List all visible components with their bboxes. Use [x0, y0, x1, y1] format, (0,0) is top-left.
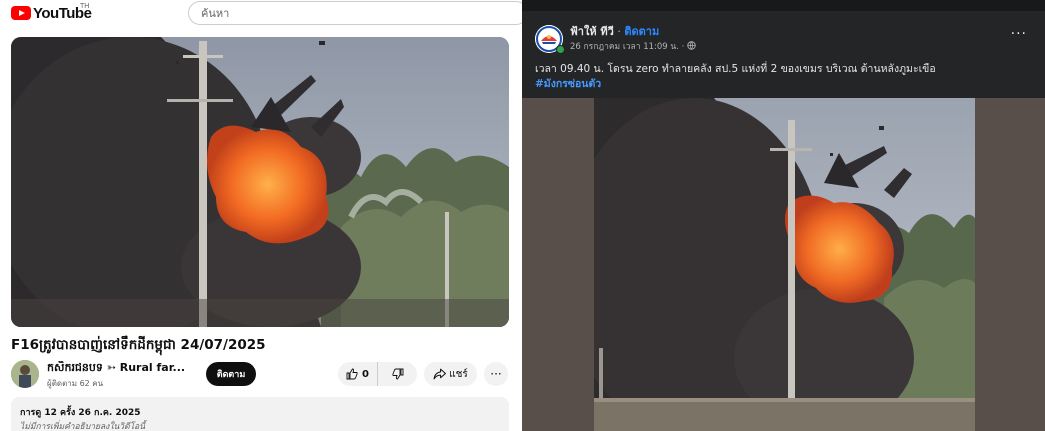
youtube-play-icon [11, 6, 31, 20]
post-timestamp[interactable]: 26 กรกฎาคม เวลา 11:09 น. · [570, 39, 696, 53]
no-description-note: ไม่มีการเพิ่มคำอธิบายลงในวิดีโอนี้ [20, 422, 146, 431]
subscribe-button[interactable]: ติดตาม [206, 362, 256, 386]
subscriber-count: ผู้ติดตาม 62 คน [47, 379, 104, 388]
like-count: 0 [362, 368, 369, 380]
channel-avatar[interactable] [11, 360, 39, 388]
post-options-button[interactable]: ··· [1011, 26, 1027, 42]
channel-name[interactable]: កសិករ​ជនបទ ➳ Rural far... [47, 361, 187, 377]
like-button[interactable]: 0 [338, 362, 378, 386]
avatar-image [11, 360, 39, 388]
timestamp-text: 26 กรกฎาคม เวลา 11:09 น. · [570, 42, 688, 52]
video-frame-explosion [11, 37, 509, 327]
description-box[interactable]: การดู 12 ครั้ง 26 ก.ค. 2025 ไม่มีการเพิ่… [11, 397, 509, 431]
dislike-button[interactable] [378, 362, 417, 386]
view-date-meta: การดู 12 ครั้ง 26 ก.ค. 2025 [20, 408, 141, 418]
video-player[interactable] [11, 37, 509, 327]
follow-link[interactable]: ติดตาม [624, 25, 659, 38]
more-actions-button[interactable]: ··· [484, 362, 508, 386]
post-hashtag[interactable]: #มังกรซ่อนตัว [535, 75, 601, 92]
facebook-top-strip [522, 0, 1045, 11]
post-header-name: ฟ้าให้ ทีวี · ติดตาม [570, 22, 659, 40]
page-name[interactable]: ฟ้าให้ ทีวี [570, 25, 614, 38]
share-button[interactable]: แชร์ [424, 362, 477, 386]
search-box[interactable] [188, 1, 522, 25]
online-status-dot [556, 45, 565, 54]
share-label: แชร์ [449, 368, 468, 380]
post-video-frame-explosion [594, 98, 975, 431]
facebook-post-panel: ฟ้าให้ ทีวี · ติดตาม 26 กรกฎาคม เวลา 11:… [522, 0, 1045, 431]
search-input[interactable] [199, 7, 503, 21]
name-separator: · [613, 25, 625, 38]
globe-icon [687, 41, 696, 50]
youtube-panel: YouTube TH ค้นหา F16ត្រូវបានបាញ់នៅទឹកដីក… [0, 0, 522, 431]
thumbs-up-icon [346, 368, 358, 380]
share-arrow-icon [433, 368, 447, 380]
like-dislike-group: 0 [338, 362, 417, 386]
thumbs-down-icon [391, 368, 403, 380]
post-video[interactable] [594, 98, 975, 431]
video-title: F16ត្រូវបានបាញ់នៅទឹកដីកម្ពុជា 24/07/2025 [11, 337, 266, 353]
country-code: TH [80, 3, 90, 10]
